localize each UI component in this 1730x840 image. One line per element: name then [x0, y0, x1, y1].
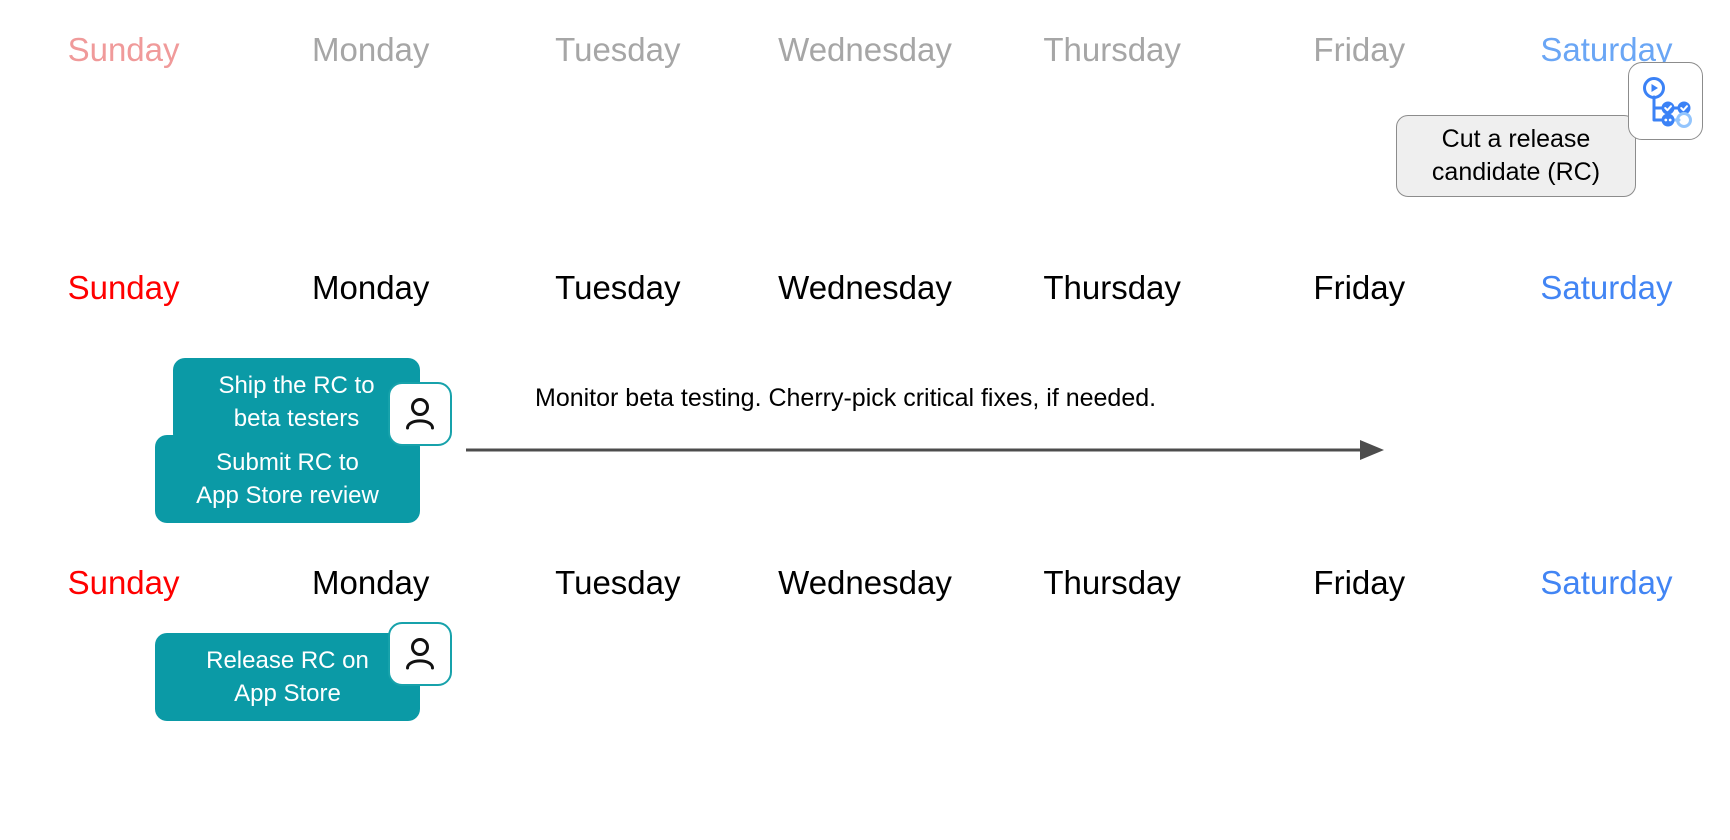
release-timeline-diagram: Sunday Monday Tuesday Wednesday Thursday…: [0, 0, 1730, 840]
task-release-rc-line2: App Store: [234, 680, 341, 707]
day-label-tuesday-week3: Tuesday: [555, 564, 681, 601]
week-header-row-1: Sunday Monday Tuesday Wednesday Thursday…: [0, 30, 1730, 70]
task-submit-rc-line1: Submit RC to: [216, 449, 359, 476]
day-label-thursday-week1: Thursday: [1043, 31, 1181, 68]
task-ship-rc-line1: Ship the RC to: [218, 372, 375, 399]
day-label-saturday-week2: Saturday: [1540, 269, 1673, 306]
day-label-monday-week2: Monday: [312, 269, 430, 306]
task-cut-release-candidate-line1: Cut a release: [1441, 125, 1591, 153]
person-badge-week3[interactable]: [388, 622, 452, 686]
task-submit-rc-to-app-store-review[interactable]: Submit RC to App Store review: [155, 435, 420, 523]
pipeline-badge-cut-release-candidate[interactable]: [1628, 62, 1703, 140]
day-label-wednesday-week1: Wednesday: [778, 31, 952, 68]
annotation-monitor-beta-testing: Monitor beta testing. Cherry-pick critic…: [535, 384, 1157, 412]
person-icon: [406, 398, 434, 430]
day-label-monday-week3: Monday: [312, 564, 430, 601]
day-label-wednesday-week3: Wednesday: [778, 564, 952, 601]
task-release-rc-line1: Release RC on: [206, 647, 369, 674]
task-release-rc-on-app-store[interactable]: Release RC on App Store: [155, 633, 420, 721]
monitor-beta-arrow: [466, 440, 1384, 460]
day-label-sunday-week2: Sunday: [67, 269, 180, 306]
day-label-tuesday-week1: Tuesday: [555, 31, 681, 68]
day-label-thursday-week2: Thursday: [1043, 269, 1181, 306]
task-ship-rc-to-beta-testers[interactable]: Ship the RC to beta testers: [173, 358, 420, 446]
task-cut-release-candidate[interactable]: Cut a release candidate (RC): [1396, 115, 1636, 197]
day-label-monday-week1: Monday: [312, 31, 430, 68]
task-cut-release-candidate-line2: candidate (RC): [1431, 158, 1601, 186]
day-label-friday-week2: Friday: [1313, 269, 1406, 306]
day-label-wednesday-week2: Wednesday: [778, 269, 952, 306]
task-ship-rc-line2: beta testers: [233, 405, 360, 432]
day-label-sunday-week3: Sunday: [67, 564, 180, 601]
day-label-saturday-week3: Saturday: [1540, 564, 1673, 601]
person-badge-week2[interactable]: [388, 382, 452, 446]
week-header-row-3: Sunday Monday Tuesday Wednesday Thursday…: [0, 563, 1730, 603]
day-label-friday-week3: Friday: [1313, 564, 1406, 601]
right-arrow-head: [1360, 440, 1384, 460]
person-icon: [406, 638, 434, 670]
day-label-friday-week1: Friday: [1313, 31, 1406, 68]
day-label-thursday-week3: Thursday: [1043, 564, 1181, 601]
day-label-sunday-week1: Sunday: [67, 31, 180, 68]
day-label-tuesday-week2: Tuesday: [555, 269, 681, 306]
week-header-row-2: Sunday Monday Tuesday Wednesday Thursday…: [0, 268, 1730, 308]
task-submit-rc-line2: App Store review: [196, 482, 379, 509]
pipeline-icon: [1642, 77, 1692, 128]
